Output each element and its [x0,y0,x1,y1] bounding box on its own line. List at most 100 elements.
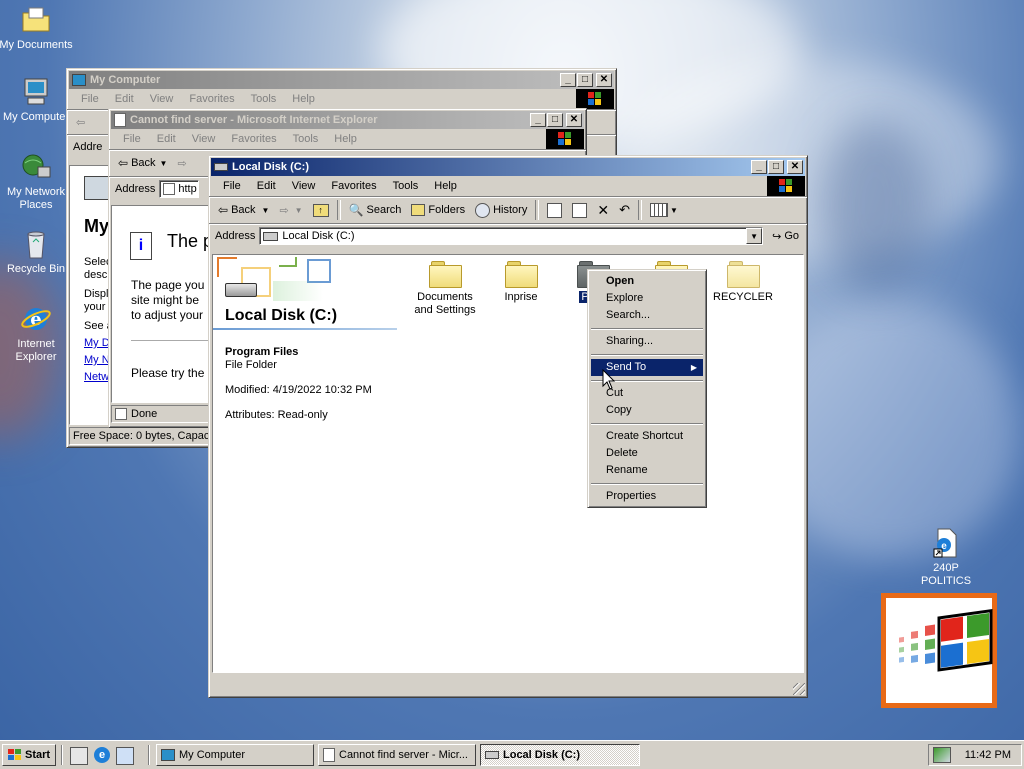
address-input[interactable]: http [159,180,200,198]
move-to-button[interactable] [542,199,567,221]
task-label: My Computer [179,749,246,761]
task-internet-explorer[interactable]: Cannot find server - Micr... [318,744,476,766]
dropdown-arrow-icon: ▼ [261,205,270,215]
back-button[interactable]: ⇦ Back ▼ [113,152,172,174]
undo-icon: ↶ [619,202,630,217]
maximize-button[interactable]: □ [577,73,593,87]
menu-file[interactable]: File [73,93,107,105]
up-folder-icon: ↑ [312,203,329,217]
undo-button[interactable]: ↶ [614,199,635,221]
menu-item-open[interactable]: Open [591,273,703,290]
folder-documents-and-settings[interactable]: Documents and Settings [405,261,485,317]
menu-file[interactable]: File [215,180,249,192]
close-button[interactable]: ✕ [787,160,803,174]
desktop-icon-recycle-bin[interactable]: Recycle Bin [0,228,74,276]
move-to-icon [547,202,563,218]
internet-explorer-icon[interactable]: e [94,747,110,763]
folders-button[interactable]: Folders [406,199,470,221]
menu-help[interactable]: Help [326,133,365,145]
menu-item-sharing[interactable]: Sharing... [591,333,703,350]
menu-item-explore[interactable]: Explore [591,290,703,307]
taskbar: Start e My Computer Cannot find server -… [0,740,1024,769]
menu-item-delete[interactable]: Delete [591,445,703,462]
address-dropdown-button[interactable]: ▼ [746,228,763,244]
delete-icon: ✕ [597,201,610,218]
menu-help[interactable]: Help [284,93,323,105]
clock[interactable]: 11:42 PM [965,749,1011,761]
menu-file[interactable]: File [115,133,149,145]
search-button[interactable]: 🔍 Search [344,199,407,221]
go-button[interactable]: ↪ Go [767,225,807,247]
menu-view[interactable]: View [142,93,182,105]
toolbar: ⇦ Back ▼ ⇨ ▼ ↑ 🔍 Search Folders History ✕ ↶ … [209,197,807,224]
maximize-button[interactable]: □ [768,160,784,174]
forward-button[interactable]: ⇨ ▼ [274,199,307,221]
menu-tools[interactable]: Tools [285,133,327,145]
window-title: Local Disk (C:) [232,161,310,173]
menu-item-copy[interactable]: Copy [591,402,703,419]
panel-heading: Local Disk (C:) [225,307,338,324]
menu-item-create-shortcut[interactable]: Create Shortcut [591,428,703,445]
address-input[interactable]: Local Disk (C:) ▼ [259,227,764,245]
local-disk-titlebar[interactable]: Local Disk (C:) _ □ ✕ [211,158,805,176]
menu-view[interactable]: View [284,180,324,192]
menu-item-properties[interactable]: Properties [591,488,703,505]
views-button[interactable]: ▼ [645,199,683,221]
show-desktop-icon[interactable] [70,747,88,765]
menu-favorites[interactable]: Favorites [181,93,242,105]
menu-item-search[interactable]: Search... [591,307,703,324]
copy-to-button[interactable] [567,199,592,221]
menu-favorites[interactable]: Favorites [223,133,284,145]
desktop-icon-my-documents[interactable]: My Documents [0,4,74,52]
address-label: Addre [73,141,103,153]
resize-grip-icon[interactable] [793,683,805,695]
menu-item-rename[interactable]: Rename [591,462,703,479]
back-arrow-icon: ⇦ [118,156,129,170]
taskbar-separator [148,745,150,765]
desktop-icon-my-network-places[interactable]: My Network Places [0,151,74,212]
my-computer-titlebar[interactable]: My Computer _ □ ✕ [69,71,614,89]
menu-help[interactable]: Help [426,180,465,192]
network-tray-icon[interactable] [933,747,951,763]
delete-button[interactable]: ✕ [592,199,614,221]
maximize-button[interactable]: □ [547,113,563,127]
back-arrow-icon[interactable]: ⇦ [71,111,90,133]
up-folder-button[interactable]: ↑ [308,199,334,221]
task-local-disk[interactable]: Local Disk (C:) [480,744,640,766]
menu-edit[interactable]: Edit [249,180,284,192]
desktop-icon-240p-politics[interactable]: e 240P POLITICS [908,527,984,588]
minimize-button[interactable]: _ [751,160,767,174]
folders-label: Folders [428,204,466,216]
task-my-computer[interactable]: My Computer [156,744,314,766]
system-tray: 11:42 PM [928,744,1022,766]
folder-recycler[interactable]: RECYCLER [703,261,783,304]
selected-name: Program Files [225,346,299,358]
folder-icon [505,261,538,288]
folder-view[interactable]: Local Disk (C:) Program Files File Folde… [212,254,804,673]
close-button[interactable]: ✕ [566,113,582,127]
folder-icon [727,261,760,288]
ie-titlebar[interactable]: Cannot find server - Microsoft Internet … [111,111,584,129]
desktop-icon-my-computer[interactable]: My Computer [0,76,74,124]
menu-view[interactable]: View [184,133,224,145]
forward-arrow-icon[interactable]: ⇨ [172,152,191,174]
local-disk-window[interactable]: Local Disk (C:) _ □ ✕ File Edit View Fav… [208,155,808,698]
menu-favorites[interactable]: Favorites [323,180,384,192]
desktop-icon-internet-explorer[interactable]: e Internet Explorer [0,303,74,364]
outlook-express-icon[interactable] [116,747,134,765]
menu-edit[interactable]: Edit [107,93,142,105]
dropdown-arrow-icon: ▼ [159,158,168,168]
divider [131,340,211,341]
address-label: Address [215,230,256,242]
menu-tools[interactable]: Tools [243,93,285,105]
folder-inprise[interactable]: Inprise [481,261,561,304]
history-button[interactable]: History [470,199,532,221]
minimize-button[interactable]: _ [560,73,576,87]
back-button[interactable]: ⇦ Back ▼ [213,199,274,221]
minimize-button[interactable]: _ [530,113,546,127]
menu-edit[interactable]: Edit [149,133,184,145]
start-button[interactable]: Start [2,744,56,766]
history-icon [475,202,491,218]
close-button[interactable]: ✕ [596,73,612,87]
menu-tools[interactable]: Tools [385,180,427,192]
